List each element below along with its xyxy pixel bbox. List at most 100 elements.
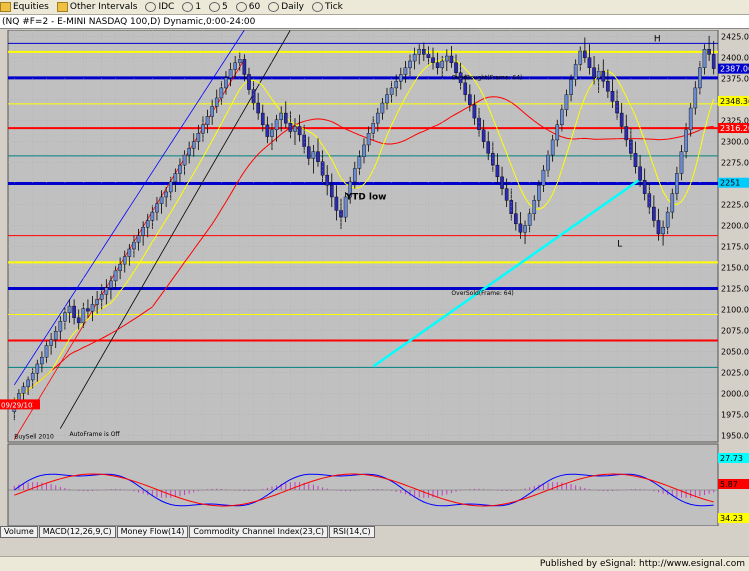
chart-annotation: H <box>654 35 661 45</box>
candle-body <box>472 104 477 119</box>
candle-body <box>274 119 279 131</box>
candle-body <box>141 226 145 236</box>
candle-body <box>17 393 21 401</box>
toolbar-idc[interactable]: IDC <box>145 2 174 12</box>
candle-body <box>352 168 357 183</box>
date-label-text: 09/29/10 <box>1 401 32 409</box>
clock-icon <box>268 2 280 12</box>
price-chart[interactable]: YTD low OverBought(Frame: 64) OverSold(Fra… <box>0 30 749 526</box>
y-tick-label: 2075.00 <box>721 326 749 335</box>
candle-body <box>196 133 201 142</box>
candle-body <box>403 67 408 75</box>
tab-money-flow[interactable]: Money Flow(14) <box>116 526 189 538</box>
toolbar-5[interactable]: 5 <box>209 2 228 12</box>
candle-body <box>191 141 196 149</box>
chart-annotation: OverSold(Frame: 64) <box>451 290 513 297</box>
candle-body <box>445 55 449 62</box>
candle-body <box>320 161 325 176</box>
candle-body <box>35 363 40 374</box>
candle-body <box>297 126 302 136</box>
toolbar: Equities Other Intervals IDC 1 5 60 Dail… <box>0 0 749 15</box>
toolbar-tick[interactable]: Tick <box>312 2 343 12</box>
y-tick-label: 2175.00 <box>721 242 749 251</box>
y-tick-label: 2200.00 <box>721 222 749 231</box>
candle-body <box>67 305 72 313</box>
candle-body <box>638 166 642 181</box>
tab-rsi[interactable]: RSI(14,C) <box>329 526 375 538</box>
candle-body <box>527 213 532 226</box>
candle-body <box>550 139 555 156</box>
candle-body <box>362 144 366 157</box>
candle-body <box>610 91 615 102</box>
candle-body <box>113 270 118 282</box>
candle-body <box>569 79 573 95</box>
candle-body <box>311 151 316 159</box>
candle-body <box>601 70 606 82</box>
toolbar-other-intervals-label: Other Intervals <box>69 2 138 12</box>
candle-body <box>606 80 610 92</box>
candle-body <box>173 173 178 183</box>
toolbar-other-intervals[interactable]: Other Intervals <box>56 2 138 12</box>
candle-body <box>178 164 182 174</box>
candle-body <box>53 331 58 340</box>
candle-body <box>205 116 210 126</box>
candle-body <box>155 203 159 213</box>
clock-icon <box>182 2 194 12</box>
candle-body <box>145 220 150 228</box>
candle-body <box>679 151 684 174</box>
candle-body <box>504 188 509 201</box>
candle-body <box>150 211 155 221</box>
candle-body <box>132 242 136 250</box>
toolbar-daily[interactable]: Daily <box>268 2 304 12</box>
chart-annotation: L <box>617 239 622 249</box>
clock-icon <box>312 2 324 12</box>
candle-body <box>228 69 233 79</box>
candle-body <box>182 154 187 166</box>
candle-body <box>86 308 90 312</box>
y-tick-label: 2150.00 <box>721 263 749 272</box>
price-label-text: 2348.36 <box>720 97 749 106</box>
candle-body <box>334 196 339 211</box>
candle-body <box>247 74 251 90</box>
published-by: Published by eSignal: http://www.esignal… <box>539 559 745 569</box>
candle-body <box>371 122 376 134</box>
y-tick-label: 2400.00 <box>721 54 749 63</box>
y-tick-label: 2225.00 <box>721 201 749 210</box>
candle-body <box>118 263 122 272</box>
folder-icon <box>56 2 68 12</box>
toolbar-equities[interactable]: Equities <box>0 2 49 12</box>
y-tick-label: 2025.00 <box>721 368 749 377</box>
candle-body <box>214 97 219 107</box>
candle-body <box>647 193 652 208</box>
candle-body <box>675 173 679 194</box>
candle-body <box>642 179 647 194</box>
candle-body <box>615 101 619 114</box>
candle-body <box>122 256 127 265</box>
toolbar-60[interactable]: 60 <box>235 2 260 12</box>
tab-cci[interactable]: Commodity Channel Index(23,C) <box>189 526 329 538</box>
candle-body <box>481 129 486 142</box>
candle-body <box>633 153 638 167</box>
chart-annotation: BuySell 2010 <box>14 434 54 441</box>
tab-volume[interactable]: Volume <box>0 526 38 538</box>
toolbar-1[interactable]: 1 <box>182 2 201 12</box>
candle-body <box>260 112 265 126</box>
candle-body <box>656 220 661 235</box>
tab-macd[interactable]: MACD(12,26,9,C) <box>38 526 116 538</box>
candle-body <box>21 386 26 394</box>
clock-icon <box>235 2 247 12</box>
chart-annotation: OverBought(Frame: 64) <box>451 75 522 82</box>
macd-pane <box>7 443 719 526</box>
candle-body <box>242 59 247 75</box>
candle-body <box>251 89 256 104</box>
indicator-label-text: 34.23 <box>720 514 743 523</box>
candle-body <box>592 67 596 79</box>
candle-body <box>707 49 711 55</box>
candle-body <box>366 133 371 146</box>
candle-body <box>40 357 44 365</box>
candle-body <box>555 124 560 141</box>
candle-body <box>127 248 132 257</box>
candle-body <box>283 112 288 124</box>
candle-body <box>670 193 675 213</box>
candle-body <box>109 280 113 288</box>
